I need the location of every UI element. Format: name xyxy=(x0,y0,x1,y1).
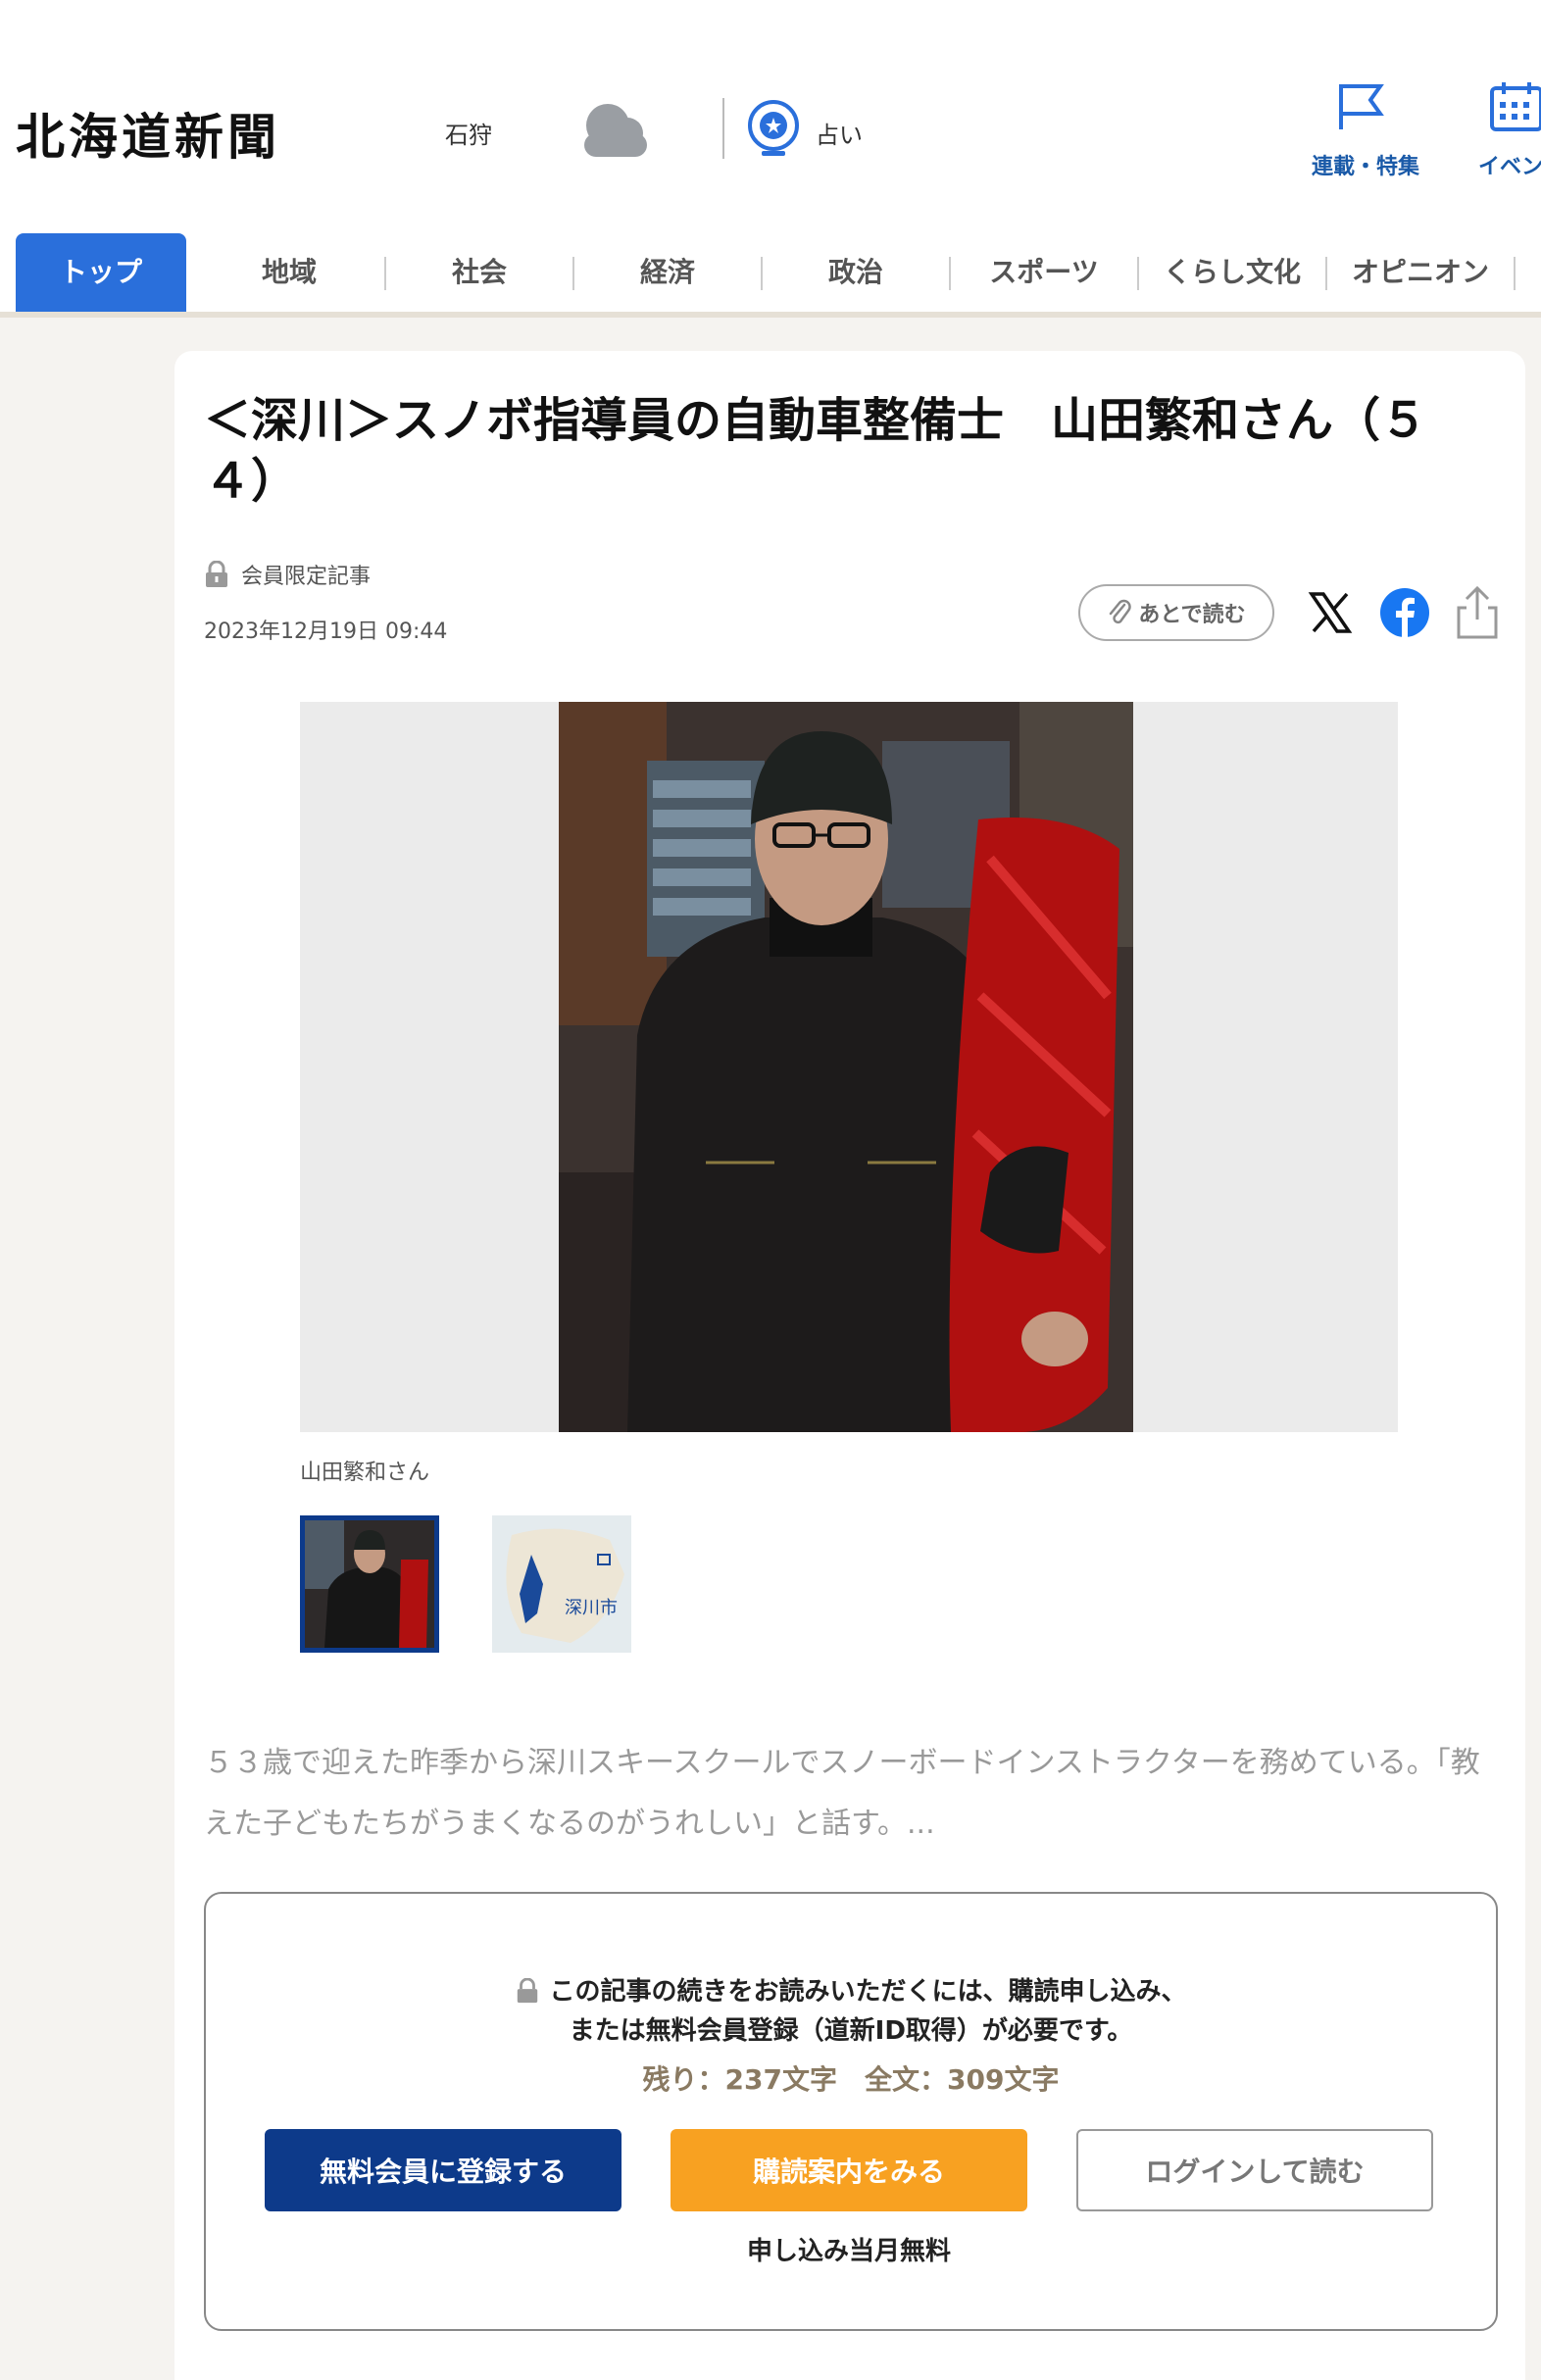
remaining-char-count: 残り：237文字 全文：309文字 xyxy=(642,2063,1060,2096)
paywall-message-line1: この記事の続きをお読みいただくには、購読申し込み、 xyxy=(549,1977,1187,2007)
cloud-icon[interactable] xyxy=(576,96,651,161)
nav-item-opinion[interactable]: オピニオン xyxy=(1327,233,1514,312)
read-later-label: あとで読む xyxy=(1138,603,1246,627)
subscribe-note: 申し込み当月無料 xyxy=(746,2237,951,2266)
site-header: 北海道新聞 石狩 占い 連載・特集 イベン xyxy=(0,0,1541,233)
x-share-icon[interactable] xyxy=(1304,586,1357,639)
category-nav: トップ 地域 社会 経済 政治 スポーツ くらし文化 オピニオン xyxy=(0,233,1541,318)
subscribe-button[interactable]: 購読案内をみる xyxy=(671,2129,1027,2211)
paywall-message-line2: または無料会員登録（道新ID取得）が必要です。 xyxy=(569,2016,1133,2046)
nav-item-region[interactable]: 地域 xyxy=(196,233,382,312)
facebook-share-icon[interactable] xyxy=(1378,586,1431,639)
flag-icon[interactable] xyxy=(1333,78,1390,135)
site-logo[interactable]: 北海道新聞 xyxy=(16,98,280,169)
map-thumbnail[interactable]: 深川市 xyxy=(492,1515,631,1653)
article-card: ＜深川＞スノボ指導員の自動車整備士 山田繁和さん（５４） 会員限定記事 2023… xyxy=(174,351,1525,2380)
nav-item-lifestyle[interactable]: くらし文化 xyxy=(1139,233,1325,312)
paperclip-icon xyxy=(1110,599,1132,624)
share-icon[interactable] xyxy=(1453,584,1502,641)
lock-icon xyxy=(206,561,227,587)
photo-illustration xyxy=(559,702,1133,1432)
nav-item-top[interactable]: トップ xyxy=(16,233,186,312)
region-label[interactable]: 石狩 xyxy=(445,116,492,150)
fortune-label[interactable]: 占い xyxy=(816,116,863,150)
free-register-button[interactable]: 無料会員に登録する xyxy=(265,2129,621,2211)
member-only-label: 会員限定記事 xyxy=(241,565,372,589)
login-button[interactable]: ログインして読む xyxy=(1076,2129,1433,2211)
photo-thumbnail-1[interactable] xyxy=(300,1515,439,1653)
photo-caption: 山田繁和さん xyxy=(300,1461,430,1485)
article-body: ５３歳で迎えた昨季から深川スキースクールでスノーボードインストラクターを務めてい… xyxy=(204,1746,1480,1841)
read-later-button[interactable]: あとで読む xyxy=(1078,584,1274,641)
fortune-icon[interactable] xyxy=(745,98,802,159)
event-link[interactable]: イベン xyxy=(1478,149,1541,180)
map-illustration: 深川市 xyxy=(492,1515,631,1653)
serial-feature-link[interactable]: 連載・特集 xyxy=(1312,149,1419,180)
header-divider xyxy=(722,98,724,159)
nav-item-economy[interactable]: 経済 xyxy=(574,233,761,312)
thumbnail-portrait xyxy=(305,1520,434,1648)
photo-frame xyxy=(300,702,1398,1432)
paywall-message: この記事の続きをお読みいただくには、購読申し込み、 または無料会員登録（道新ID… xyxy=(206,1972,1496,2051)
article-photo[interactable] xyxy=(559,702,1133,1432)
nav-item-politics[interactable]: 政治 xyxy=(763,233,949,312)
member-only-badge: 会員限定記事 xyxy=(204,559,371,590)
paywall-box: この記事の続きをお読みいただくには、購読申し込み、 または無料会員登録（道新ID… xyxy=(204,1892,1498,2331)
map-label: 深川市 xyxy=(565,1598,618,1618)
article-title: ＜深川＞スノボ指導員の自動車整備士 山田繁和さん（５４） xyxy=(204,393,1428,509)
nav-item-sports[interactable]: スポーツ xyxy=(951,233,1137,312)
nav-item-society[interactable]: 社会 xyxy=(386,233,572,312)
publish-date: 2023年12月19日 09:44 xyxy=(204,620,448,644)
lock-icon xyxy=(518,1977,538,2004)
calendar-icon[interactable] xyxy=(1488,78,1541,135)
